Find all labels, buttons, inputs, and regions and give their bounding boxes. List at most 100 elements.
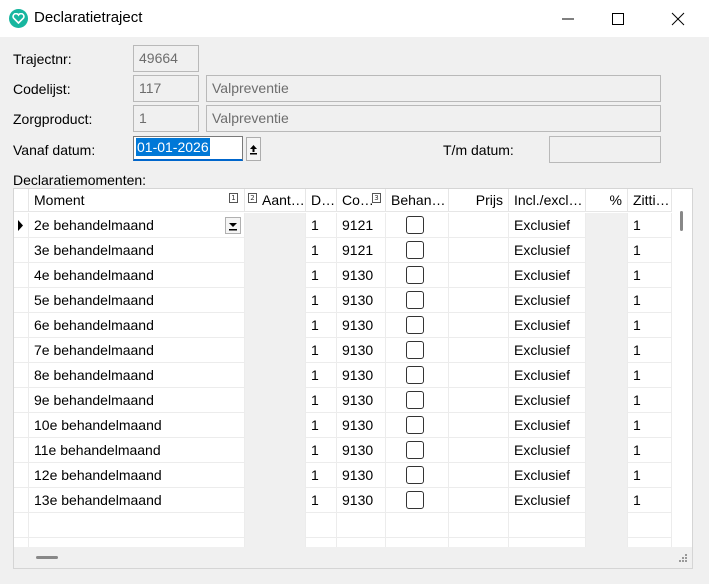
horizontal-scroll-thumb[interactable] [36, 556, 58, 559]
behandeld-checkbox[interactable] [406, 316, 424, 334]
cell-code[interactable]: 9121 [337, 213, 386, 238]
behandeld-checkbox[interactable] [406, 241, 424, 259]
cell-d[interactable]: 1 [306, 488, 337, 513]
table-row[interactable]: 5e behandelmaand 1 9130 Exclusief 1 [14, 288, 672, 313]
row-indicator[interactable] [14, 438, 29, 463]
table-row[interactable]: 3e behandelmaand 1 9121 Exclusief 1 [14, 238, 672, 263]
cell-prijs[interactable] [449, 288, 509, 313]
cell-moment[interactable]: 3e behandelmaand [29, 238, 245, 263]
row-indicator[interactable] [14, 288, 29, 313]
minimize-button[interactable] [545, 0, 591, 37]
cell-d[interactable]: 1 [306, 263, 337, 288]
cell-d[interactable]: 1 [306, 388, 337, 413]
cell-d[interactable]: 1 [306, 238, 337, 263]
tm-datum-field[interactable] [549, 136, 661, 163]
behandeld-checkbox[interactable] [406, 216, 424, 234]
cell-prijs[interactable] [449, 313, 509, 338]
cell-incl-excl[interactable]: Exclusief [509, 438, 586, 463]
vertical-scroll-thumb[interactable] [680, 211, 683, 231]
cell-zitting[interactable]: 1 [628, 213, 672, 238]
row-indicator[interactable] [14, 463, 29, 488]
cell-prijs[interactable] [449, 413, 509, 438]
cell-moment[interactable]: 10e behandelmaand [29, 413, 245, 438]
cell-percentage[interactable] [586, 363, 628, 388]
table-row[interactable]: 11e behandelmaand 1 9130 Exclusief 1 [14, 438, 672, 463]
cell-code[interactable]: 9130 [337, 338, 386, 363]
cell-prijs[interactable] [449, 363, 509, 388]
behandeld-checkbox[interactable] [406, 491, 424, 509]
cell-moment[interactable]: 12e behandelmaand [29, 463, 245, 488]
cell-moment[interactable]: 7e behandelmaand [29, 338, 245, 363]
cell-incl-excl[interactable]: Exclusief [509, 413, 586, 438]
cell-percentage[interactable] [586, 413, 628, 438]
row-indicator[interactable] [14, 388, 29, 413]
vertical-scrollbar[interactable] [672, 189, 692, 545]
cell-zitting[interactable]: 1 [628, 288, 672, 313]
cell-prijs[interactable] [449, 263, 509, 288]
cell-code[interactable]: 9130 [337, 263, 386, 288]
column-header-moment[interactable]: Moment 1 [29, 189, 245, 212]
cell-percentage[interactable] [586, 288, 628, 313]
cell-aantal[interactable] [245, 213, 306, 238]
declaratiemomenten-grid[interactable]: Moment 1 2 Aant… D… Co… 3 Behan… Prijs Incl… [13, 188, 693, 569]
column-header-percentage[interactable]: % [586, 189, 628, 212]
cell-prijs[interactable] [449, 238, 509, 263]
row-indicator[interactable] [14, 313, 29, 338]
cell-incl-excl[interactable]: Exclusief [509, 313, 586, 338]
cell-aantal[interactable] [245, 413, 306, 438]
row-indicator[interactable] [14, 363, 29, 388]
cell-code[interactable]: 9130 [337, 288, 386, 313]
cell-percentage[interactable] [586, 213, 628, 238]
sort-icon[interactable]: 3 [372, 193, 381, 203]
cell-aantal[interactable] [245, 338, 306, 363]
moment-dropdown-button[interactable] [225, 217, 241, 234]
row-indicator[interactable] [14, 213, 29, 238]
cell-prijs[interactable] [449, 438, 509, 463]
cell-moment[interactable]: 8e behandelmaand [29, 363, 245, 388]
cell-d[interactable]: 1 [306, 313, 337, 338]
column-header-d[interactable]: D… [306, 189, 337, 212]
cell-d[interactable]: 1 [306, 438, 337, 463]
behandeld-checkbox[interactable] [406, 466, 424, 484]
cell-aantal[interactable] [245, 488, 306, 513]
behandeld-checkbox[interactable] [406, 416, 424, 434]
cell-incl-excl[interactable]: Exclusief [509, 388, 586, 413]
cell-moment[interactable]: 11e behandelmaand [29, 438, 245, 463]
cell-code[interactable]: 9130 [337, 413, 386, 438]
maximize-button[interactable] [595, 0, 641, 37]
cell-percentage[interactable] [586, 238, 628, 263]
cell-moment[interactable]: 13e behandelmaand [29, 488, 245, 513]
behandeld-checkbox[interactable] [406, 291, 424, 309]
cell-zitting[interactable]: 1 [628, 338, 672, 363]
cell-zitting[interactable]: 1 [628, 488, 672, 513]
cell-d[interactable]: 1 [306, 413, 337, 438]
behandeld-checkbox[interactable] [406, 441, 424, 459]
cell-incl-excl[interactable]: Exclusief [509, 463, 586, 488]
sort-icon[interactable]: 1 [229, 193, 238, 203]
cell-zitting[interactable]: 1 [628, 363, 672, 388]
cell-incl-excl[interactable]: Exclusief [509, 238, 586, 263]
cell-prijs[interactable] [449, 463, 509, 488]
cell-d[interactable]: 1 [306, 363, 337, 388]
cell-zitting[interactable]: 1 [628, 438, 672, 463]
table-row[interactable]: 8e behandelmaand 1 9130 Exclusief 1 [14, 363, 672, 388]
cell-code[interactable]: 9130 [337, 363, 386, 388]
cell-code[interactable]: 9130 [337, 438, 386, 463]
cell-zitting[interactable]: 1 [628, 413, 672, 438]
cell-moment[interactable]: 2e behandelmaand [29, 213, 245, 238]
cell-moment[interactable]: 9e behandelmaand [29, 388, 245, 413]
resize-grip-icon[interactable] [678, 553, 688, 563]
cell-aantal[interactable] [245, 288, 306, 313]
cell-incl-excl[interactable]: Exclusief [509, 488, 586, 513]
behandeld-checkbox[interactable] [406, 391, 424, 409]
vanaf-datum-input[interactable]: 01-01-2026 [133, 136, 243, 161]
cell-d[interactable]: 1 [306, 338, 337, 363]
cell-zitting[interactable]: 1 [628, 263, 672, 288]
cell-zitting[interactable]: 1 [628, 463, 672, 488]
row-indicator[interactable] [14, 413, 29, 438]
cell-zitting[interactable]: 1 [628, 388, 672, 413]
row-indicator[interactable] [14, 338, 29, 363]
cell-percentage[interactable] [586, 263, 628, 288]
column-header-zitting[interactable]: Zitti… [628, 189, 672, 212]
row-indicator[interactable] [14, 488, 29, 513]
